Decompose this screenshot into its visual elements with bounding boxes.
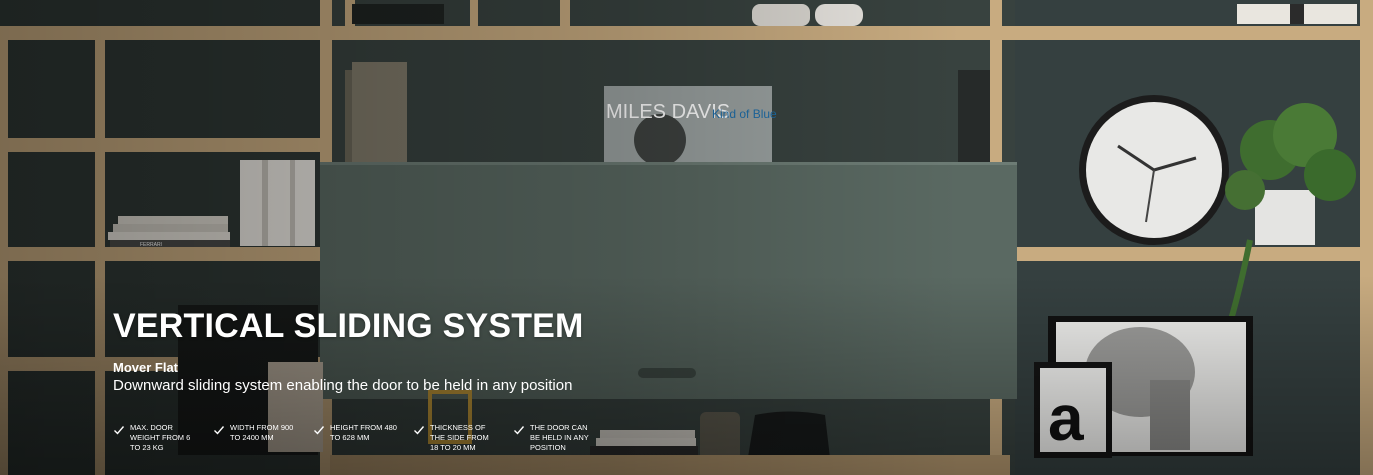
poster-letter: a [1048,382,1084,454]
hero-title: VERTICAL SLIDING SYSTEM [113,307,584,345]
check-icon [114,426,125,435]
hero-banner: MILES DAVIS Kind of Blue FERRARI a VERTI… [0,0,1373,475]
hero-content: VERTICAL SLIDING SYSTEM Mover Flat Downw… [113,306,584,395]
book-spine-text: FERRARI [140,242,162,248]
hero-subtitle: Mover Flat [113,360,179,375]
hero-description: Downward sliding system enabling the doo… [113,377,573,394]
feature-item: THE DOOR CAN BE HELD IN ANY POSITION [513,423,613,453]
record-cover: MILES DAVIS Kind of Blue [604,86,777,166]
feature-item: MAX. DOOR WEIGHT FROM 6 TO 23 KG [113,423,213,453]
check-icon [314,426,325,435]
feature-text: WIDTH FROM 900 TO 2400 MM [230,423,294,442]
feature-text: THE DOOR CAN BE HELD IN ANY POSITION [530,423,589,452]
feature-text: MAX. DOOR WEIGHT FROM 6 TO 23 KG [130,423,191,452]
feature-item: WIDTH FROM 900 TO 2400 MM [213,423,313,453]
wall-clock [1079,95,1229,245]
check-icon [214,426,225,435]
check-icon [414,426,425,435]
feature-text: HEIGHT FROM 480 TO 628 MM [330,423,397,442]
record-album-text: Kind of Blue [712,107,777,121]
feature-text: THICKNESS OF THE SIDE FROM 18 TO 20 MM [430,423,489,452]
check-icon [514,426,525,435]
feature-list: MAX. DOOR WEIGHT FROM 6 TO 23 KG WIDTH F… [113,423,613,453]
letter-poster: a [1034,362,1112,458]
feature-item: HEIGHT FROM 480 TO 628 MM [313,423,413,453]
hero-background-image: MILES DAVIS Kind of Blue FERRARI a [0,0,1373,475]
feature-item: THICKNESS OF THE SIDE FROM 18 TO 20 MM [413,423,513,453]
